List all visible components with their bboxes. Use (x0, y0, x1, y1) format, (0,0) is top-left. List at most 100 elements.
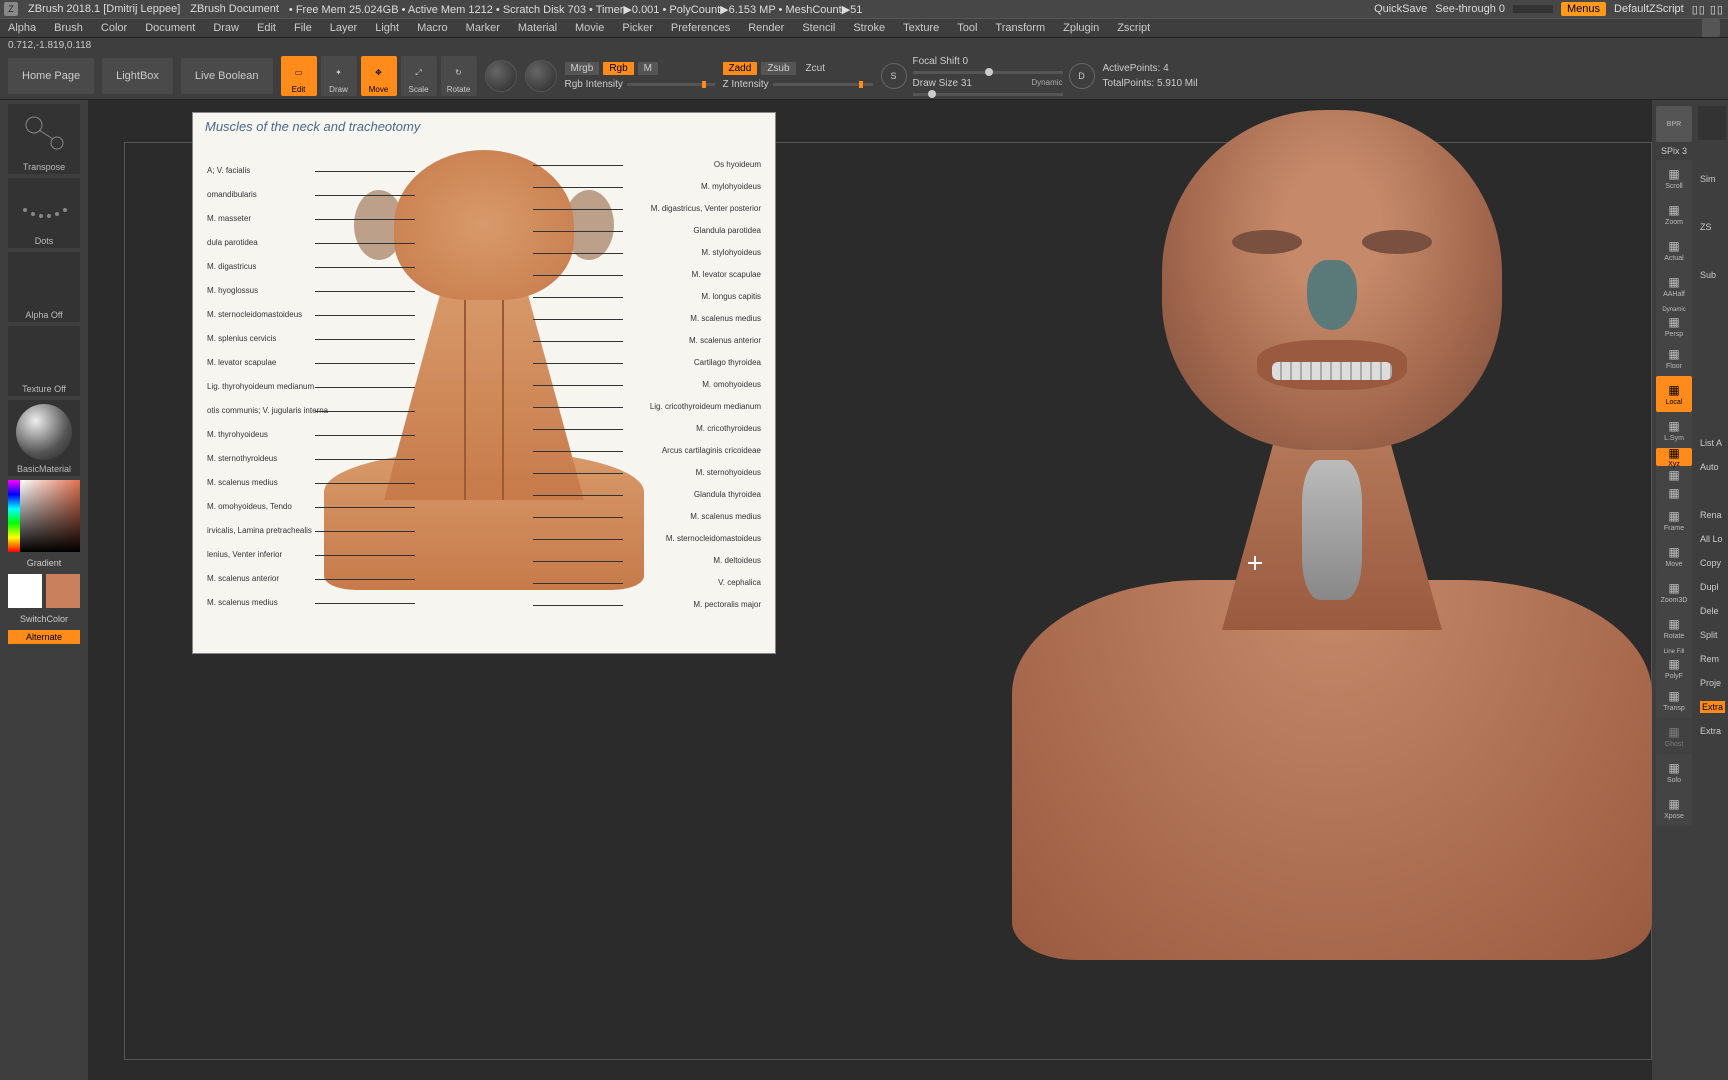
panel-row[interactable]: Proje (1698, 674, 1726, 692)
Transp-button[interactable]: ▦Transp (1656, 682, 1692, 718)
panel-row[interactable]: Sub (1698, 266, 1726, 284)
secondary-color-swatch[interactable] (46, 574, 80, 608)
panel-row[interactable]: Rem (1698, 650, 1726, 668)
menu-preferences[interactable]: Preferences (671, 22, 730, 34)
panel-row[interactable] (1698, 410, 1726, 428)
menu-document[interactable]: Document (145, 22, 195, 34)
dots-widget[interactable]: Dots (8, 178, 80, 248)
menu-macro[interactable]: Macro (417, 22, 448, 34)
rgb-toggle[interactable]: Rgb (603, 62, 633, 75)
seethrough-slider[interactable]: See-through 0 (1435, 3, 1505, 15)
menu-stencil[interactable]: Stencil (802, 22, 835, 34)
Frame-button[interactable]: ▦Frame (1656, 502, 1692, 538)
seethrough-track[interactable] (1513, 5, 1553, 13)
nav-button[interactable]: ▦ (1656, 484, 1692, 502)
transpose-widget[interactable]: Transpose (8, 104, 80, 174)
AAHalf-button[interactable]: ▦AAHalf (1656, 268, 1692, 304)
mrgb-toggle[interactable]: Mrgb (565, 62, 600, 75)
panel-row[interactable] (1698, 386, 1726, 404)
L.Sym-button[interactable]: ▦L.Sym (1656, 412, 1692, 448)
panel-row[interactable]: All Lo (1698, 530, 1726, 548)
panel-row[interactable] (1698, 314, 1726, 332)
menu-tool[interactable]: Tool (957, 22, 977, 34)
menu-draw[interactable]: Draw (213, 22, 239, 34)
menu-alpha[interactable]: Alpha (8, 22, 36, 34)
focal-d-icon[interactable]: D (1069, 63, 1095, 89)
live-boolean-button[interactable]: Live Boolean (181, 58, 273, 94)
panel-row[interactable]: Rena (1698, 506, 1726, 524)
lightbox-button[interactable]: LightBox (102, 58, 173, 94)
spix-readout[interactable]: SPix 3 (1656, 144, 1692, 158)
panel-row[interactable]: Copy (1698, 554, 1726, 572)
menu-texture[interactable]: Texture (903, 22, 939, 34)
menu-file[interactable]: File (294, 22, 312, 34)
menu-picker[interactable]: Picker (622, 22, 653, 34)
quicksave-button[interactable]: QuickSave (1374, 3, 1427, 15)
panel-row[interactable] (1698, 362, 1726, 380)
texture-slot[interactable]: Texture Off (8, 326, 80, 396)
gradient-toggle[interactable]: Gradient (8, 556, 80, 570)
Floor-button[interactable]: ▦Floor (1656, 340, 1692, 376)
move-mode-button[interactable]: ✥Move (361, 56, 397, 96)
menu-light[interactable]: Light (375, 22, 399, 34)
hue-strip[interactable] (8, 480, 20, 552)
panel-row[interactable]: Sim (1698, 170, 1726, 188)
Zoom3D-button[interactable]: ▦Zoom3D (1656, 574, 1692, 610)
menu-stroke[interactable]: Stroke (853, 22, 885, 34)
home-page-button[interactable]: Home Page (8, 58, 94, 94)
Actual-button[interactable]: ▦Actual (1656, 232, 1692, 268)
panel-row[interactable]: ZS (1698, 218, 1726, 236)
scale-mode-button[interactable]: ⤢Scale (401, 56, 437, 96)
Xpose-button[interactable]: ▦Xpose (1656, 790, 1692, 826)
material-slot[interactable]: BasicMaterial (8, 400, 80, 476)
panel-row[interactable]: Auto (1698, 458, 1726, 476)
sculpt-viewport[interactable] (1012, 100, 1652, 1080)
Zoom-button[interactable]: ▦Zoom (1656, 196, 1692, 232)
Persp-button[interactable]: Dynamic▦Persp (1656, 304, 1692, 340)
gyro-icon[interactable] (485, 60, 517, 92)
panel-row[interactable] (1698, 482, 1726, 500)
canvas[interactable]: Muscles of the neck and tracheotomy A; V… (88, 100, 1652, 1080)
default-zscript-button[interactable]: DefaultZScript (1614, 3, 1684, 15)
draw-mode-button[interactable]: ✦Draw (321, 56, 357, 96)
menu-zplugin[interactable]: Zplugin (1063, 22, 1099, 34)
alpha-slot[interactable]: Alpha Off (8, 252, 80, 322)
menu-zscript[interactable]: Zscript (1117, 22, 1150, 34)
reference-image[interactable]: Muscles of the neck and tracheotomy A; V… (192, 112, 776, 654)
nav-button[interactable]: ▦ (1656, 466, 1692, 484)
panel-row[interactable] (1698, 146, 1726, 164)
Scroll-button[interactable]: ▦Scroll (1656, 160, 1692, 196)
dynamic-toggle[interactable]: Dynamic (1031, 78, 1062, 89)
panel-row[interactable]: Extra (1698, 722, 1726, 740)
PolyF-button[interactable]: Line Fill▦PolyF (1656, 646, 1692, 682)
Solo-button[interactable]: ▦Solo (1656, 754, 1692, 790)
menu-edit[interactable]: Edit (257, 22, 276, 34)
zcut-toggle[interactable]: Zcut (800, 62, 831, 75)
panel-row[interactable] (1698, 338, 1726, 356)
menu-layer[interactable]: Layer (330, 22, 358, 34)
main-color-swatch[interactable] (8, 574, 42, 608)
panel-row[interactable]: Extra (1698, 698, 1726, 716)
zsub-toggle[interactable]: Zsub (761, 62, 795, 75)
rotate-mode-button[interactable]: ↻Rotate (441, 56, 477, 96)
layout-icons[interactable]: ▯▯ ▯▯ (1692, 3, 1724, 16)
menu-marker[interactable]: Marker (466, 22, 500, 34)
sphere-preview-icon[interactable] (525, 60, 557, 92)
panel-row[interactable]: Dupl (1698, 578, 1726, 596)
menu-brush[interactable]: Brush (54, 22, 83, 34)
Xyz-button[interactable]: ▦Xyz (1656, 448, 1692, 466)
menu-color[interactable]: Color (101, 22, 127, 34)
Local-button[interactable]: ▦Local (1656, 376, 1692, 412)
draw-size-slider[interactable] (913, 93, 1063, 96)
z-intensity-slider[interactable] (773, 83, 873, 86)
color-picker[interactable] (8, 480, 80, 552)
tool-thumbnail[interactable] (1698, 106, 1726, 140)
zadd-toggle[interactable]: Zadd (723, 62, 758, 75)
menu-transform[interactable]: Transform (995, 22, 1045, 34)
edit-mode-button[interactable]: ▭Edit (281, 56, 317, 96)
alternate-button[interactable]: Alternate (8, 630, 80, 644)
menus-toggle[interactable]: Menus (1561, 2, 1606, 16)
bpr-button[interactable]: BPR (1656, 106, 1692, 142)
panel-row[interactable]: Split (1698, 626, 1726, 644)
switchcolor-button[interactable]: SwitchColor (8, 612, 80, 626)
